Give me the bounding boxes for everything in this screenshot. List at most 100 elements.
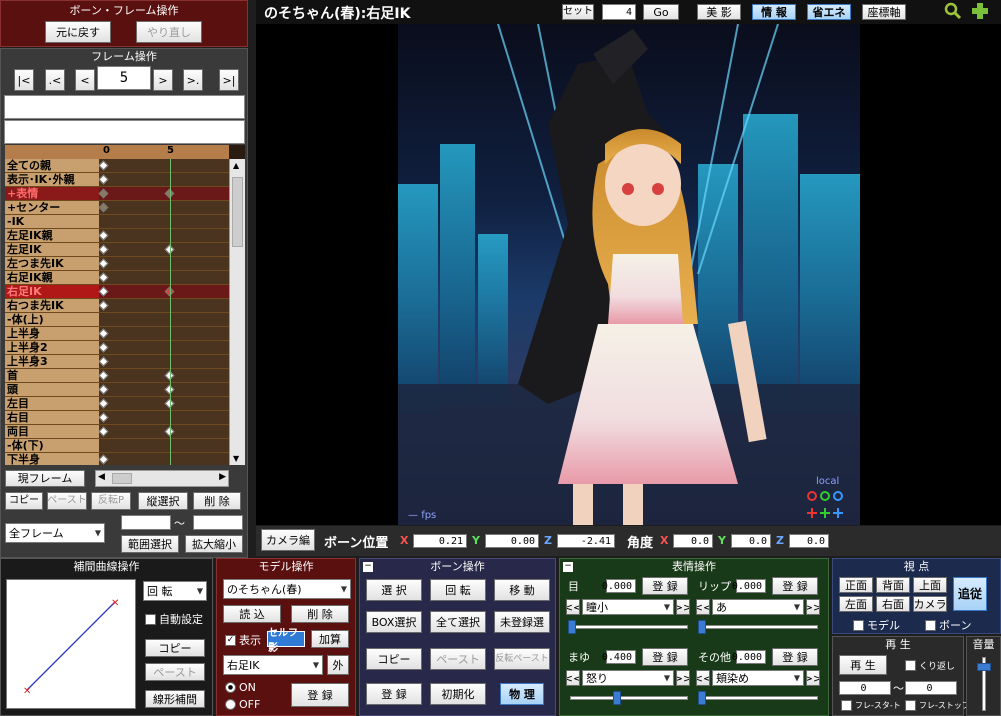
timeline-row-label[interactable]: 全ての親 <box>5 159 99 172</box>
timeline-row-label[interactable]: 上半身2 <box>5 341 99 354</box>
scroll-up-arrow-icon[interactable]: ▲ <box>233 161 239 170</box>
timeline-row[interactable]: 上半身3 <box>5 355 242 369</box>
camera-edit-button[interactable]: カメラ編 <box>261 529 315 551</box>
play-start-input[interactable]: 0 <box>839 681 891 695</box>
eye-slider-thumb[interactable] <box>568 620 576 634</box>
timeline-row-label[interactable]: 表示･IK･外親 <box>5 173 99 186</box>
timeline-row-label[interactable]: 左足IK <box>5 243 99 256</box>
frame-paste-button[interactable]: ペースト <box>47 492 87 510</box>
keyframe-marker[interactable] <box>98 384 109 395</box>
timeline-row[interactable]: 左つま先IK <box>5 257 242 271</box>
view-top-button[interactable]: 上面 <box>913 577 947 593</box>
keyframe-marker[interactable] <box>98 244 109 255</box>
lip-next-button[interactable]: >> <box>806 599 820 615</box>
frame-delete-button[interactable]: 削 除 <box>193 492 241 510</box>
keyframe-marker[interactable] <box>98 230 109 241</box>
bone-init-button[interactable]: 初期化 <box>430 683 486 705</box>
timeline-row[interactable]: +センター <box>5 201 242 215</box>
redo-button[interactable]: やり直し <box>136 21 202 43</box>
undo-button[interactable]: 元に戻す <box>45 21 111 43</box>
range-start-input[interactable] <box>121 515 171 530</box>
keyframe-marker[interactable] <box>98 342 109 353</box>
eye-morph-select[interactable]: 瞳小 ▼ <box>582 599 674 615</box>
timeline-row[interactable]: 右つま先IK <box>5 299 242 313</box>
model-load-button[interactable]: 読 込 <box>223 605 281 623</box>
keyframe-marker[interactable] <box>98 412 109 423</box>
keyframe-marker[interactable] <box>98 160 109 171</box>
bone-reverse-paste-button[interactable]: 反転ペースト <box>494 648 550 670</box>
last-frame-button[interactable]: >| <box>219 69 239 91</box>
timeline-row-label[interactable]: 上半身3 <box>5 355 99 368</box>
play-end-input[interactable]: 0 <box>905 681 957 695</box>
keyframe-marker[interactable] <box>98 202 109 213</box>
frame-copy-button[interactable]: コピー <box>5 492 43 510</box>
timeline-row-label[interactable]: 右つま先IK <box>5 299 99 312</box>
timeline-row-label[interactable]: 左足IK親 <box>5 229 99 242</box>
range-end-input[interactable] <box>193 515 243 530</box>
range-select-button[interactable]: 範囲選択 <box>121 535 179 553</box>
timeline-row-label[interactable]: 右足IK <box>5 285 99 298</box>
timeline-row[interactable]: 左足IK <box>5 243 242 257</box>
other-slider-thumb[interactable] <box>698 691 706 705</box>
beauty-shadow-button[interactable]: 美 影 <box>697 4 741 20</box>
physics-button[interactable]: 物 理 <box>500 683 544 705</box>
keyframe-marker[interactable] <box>98 328 109 339</box>
timeline-row[interactable]: +表情 <box>5 187 242 201</box>
pos-x-input[interactable]: 0.21 <box>413 534 467 548</box>
timeline-row-label[interactable]: 左目 <box>5 397 99 410</box>
add-button[interactable]: 加算 <box>311 630 349 648</box>
timeline-row-label[interactable]: +表情 <box>5 187 99 200</box>
view-front-button[interactable]: 正面 <box>839 577 873 593</box>
auto-setting-checkbox[interactable]: 自動設定 <box>145 611 203 627</box>
timeline-row[interactable]: 首 <box>5 369 242 383</box>
other-prev-button[interactable]: << <box>696 670 710 686</box>
next-key-button[interactable]: >. <box>183 69 203 91</box>
other-slider-track[interactable] <box>700 696 818 700</box>
timeline-row[interactable]: 左目 <box>5 397 242 411</box>
timeline-row-label[interactable]: 右足IK親 <box>5 271 99 284</box>
eye-prev-button[interactable]: << <box>566 599 580 615</box>
model-select[interactable]: のそちゃん(春) ▼ <box>223 579 351 599</box>
view-back-button[interactable]: 背面 <box>876 577 910 593</box>
timeline-row-label[interactable]: -IK <box>5 215 99 228</box>
set-input[interactable]: 4 <box>602 4 636 20</box>
keyframe-marker[interactable] <box>98 300 109 311</box>
pos-z-input[interactable]: -2.41 <box>557 534 615 548</box>
model-register-button[interactable]: 登 録 <box>291 683 349 707</box>
keyframe-marker[interactable] <box>98 174 109 185</box>
bone-paste-button[interactable]: ペースト <box>430 648 486 670</box>
keyframe-marker[interactable] <box>98 398 109 409</box>
other-value-input[interactable]: 0.000 <box>732 650 766 664</box>
frame-scope-select[interactable]: 全フレーム ▼ <box>5 523 105 543</box>
curve-paste-button[interactable]: ペースト <box>145 663 205 681</box>
bone-rotate-button[interactable]: 回 転 <box>430 579 486 601</box>
bone-select-button[interactable]: 選 択 <box>366 579 422 601</box>
curve-mode-select[interactable]: 回 転 ▼ <box>143 581 207 601</box>
play-button[interactable]: 再 生 <box>839 655 887 675</box>
volume-thumb[interactable] <box>977 663 991 671</box>
first-frame-button[interactable]: |< <box>14 69 34 91</box>
timeline-row[interactable]: 右足IK親 <box>5 271 242 285</box>
bone-select[interactable]: 右足IK ▼ <box>223 655 323 675</box>
timeline-row[interactable]: -体(下) <box>5 439 242 453</box>
off-radio[interactable]: OFF <box>225 698 260 711</box>
display-checkbox[interactable]: ✓ 表示 <box>225 632 261 648</box>
brow-slider-thumb[interactable] <box>613 691 621 705</box>
keyframe-marker[interactable] <box>98 426 109 437</box>
view-right-button[interactable]: 右面 <box>876 596 910 612</box>
timeline-row[interactable]: 左足IK親 <box>5 229 242 243</box>
timeline-row-label[interactable]: 首 <box>5 369 99 382</box>
timeline-row[interactable]: 両目 <box>5 425 242 439</box>
eye-register-button[interactable]: 登 録 <box>642 577 688 595</box>
viewport[interactable]: local — fps <box>256 24 1001 525</box>
vertical-select-button[interactable]: 縦選択 <box>138 492 188 510</box>
ang-x-input[interactable]: 0.0 <box>673 534 713 548</box>
hscroll-thumb[interactable] <box>112 473 132 484</box>
curve-editor[interactable]: ✕ ✕ <box>6 579 136 709</box>
keyframe-marker[interactable] <box>98 258 109 269</box>
keyframe-marker[interactable] <box>98 188 109 199</box>
timeline-row[interactable]: 右足IK <box>5 285 242 299</box>
view-bone-checkbox[interactable]: ボーン <box>925 617 971 633</box>
scale-button[interactable]: 拡大縮小 <box>185 535 243 553</box>
brow-morph-select[interactable]: 怒り ▼ <box>582 670 674 686</box>
